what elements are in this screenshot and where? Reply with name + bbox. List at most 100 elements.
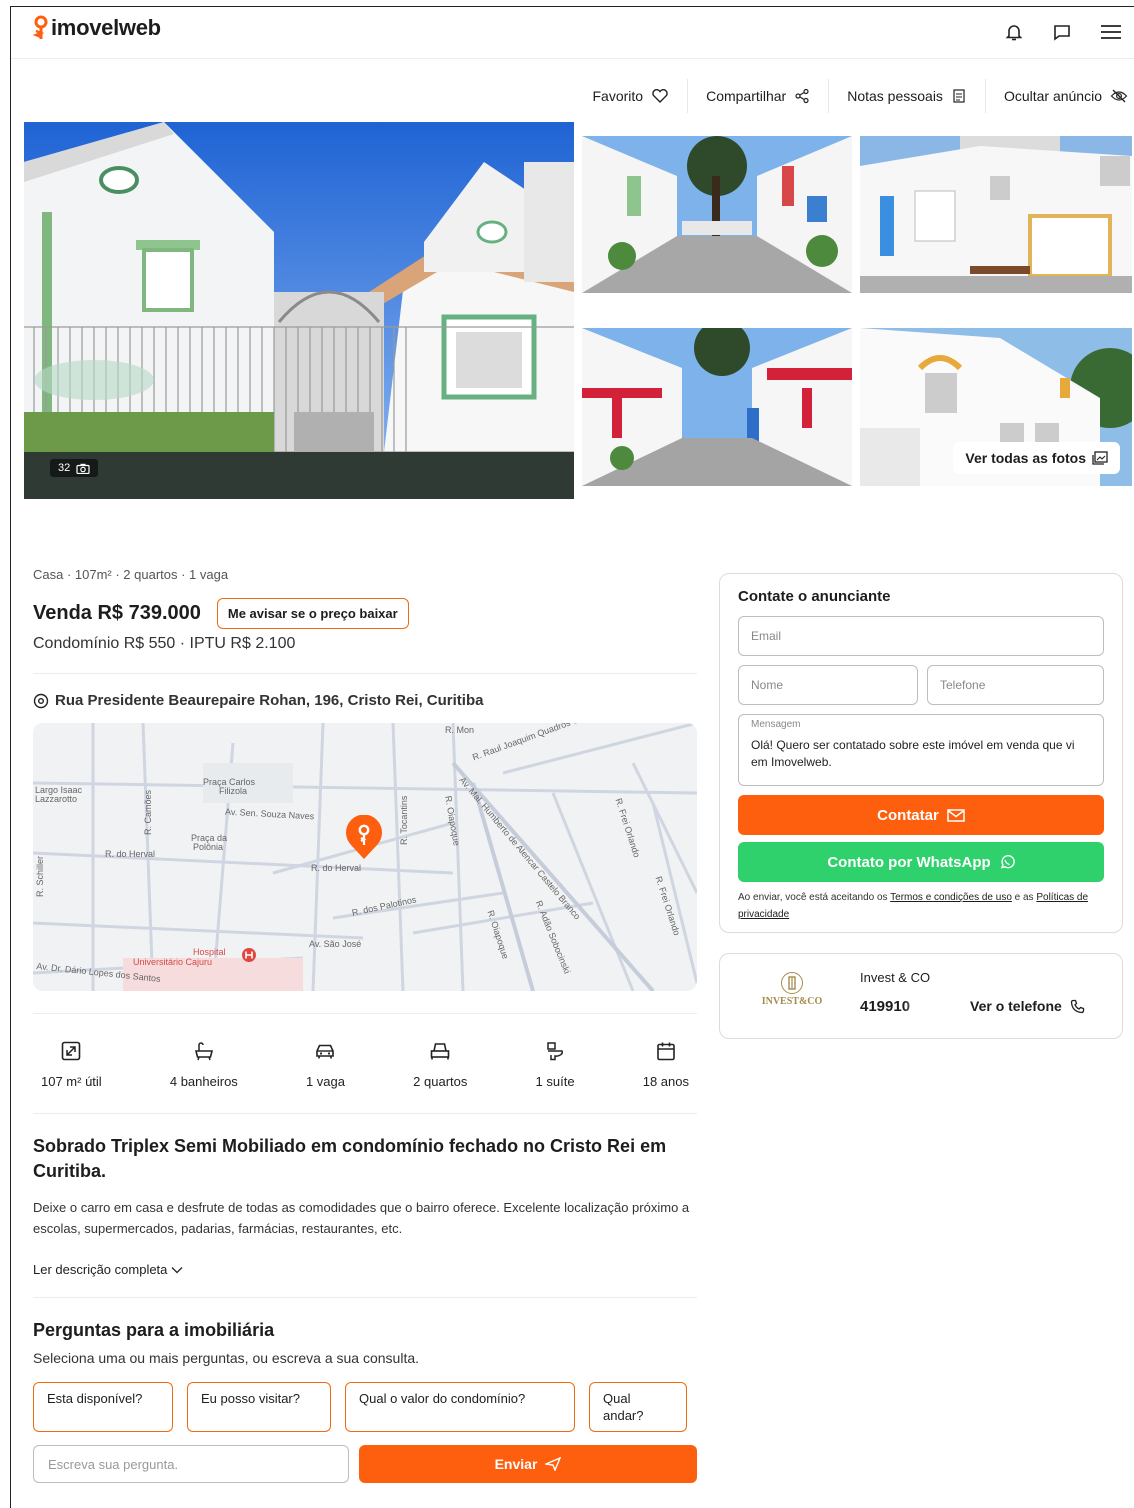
listing-actions: Favorito Compartilhar Notas pessoais Ocu… [575, 79, 1134, 113]
feature-bedrooms: 2 quartos [413, 1040, 467, 1089]
divider [33, 673, 697, 674]
feature-label: 1 vaga [305, 1074, 346, 1089]
key-logo-icon [32, 15, 49, 41]
question-input[interactable]: Escreva sua pergunta. [33, 1445, 349, 1483]
map-label: R. do Herval [311, 863, 362, 873]
agency-name: Invest & CO [860, 970, 931, 985]
message-value: Olá! Quero ser contatado sobre este imóv… [751, 738, 1075, 769]
map-label: Universitário Cajuru [133, 957, 213, 967]
map-label: Lazzarotto [35, 794, 78, 804]
feature-bathrooms: 4 banheiros [170, 1040, 238, 1089]
phone-icon [1070, 999, 1084, 1013]
fees: Condomínio R$ 550 · IPTU R$ 2.100 [33, 635, 296, 652]
bell-icon[interactable] [1003, 21, 1025, 43]
message-label: Mensagem [751, 719, 801, 730]
chat-icon[interactable] [1051, 21, 1073, 43]
header-icons [1003, 21, 1121, 43]
feature-list: 107 m² útil 4 banheiros 1 vaga 2 quartos… [33, 1040, 697, 1089]
description-text: Deixe o carro em casa e desfrute de toda… [33, 1200, 690, 1236]
hide-label: Ocultar anúncio [1003, 88, 1102, 104]
favorite-button[interactable]: Favorito [575, 79, 688, 113]
view-phone-button[interactable]: Ver o telefone [970, 998, 1085, 1014]
view-phone-label: Ver o telefone [970, 998, 1062, 1014]
gallery-photo-2[interactable] [582, 136, 852, 293]
gallery-photo-4[interactable] [582, 328, 852, 486]
brand-name: imovelweb [51, 15, 161, 40]
map-label: Filizola [219, 786, 248, 796]
photo-count: 32 [58, 462, 71, 474]
question-chips: Esta disponível? Eu posso visitar? Qual … [33, 1382, 697, 1432]
page-frame: imovelweb Favorito Compartilhar Notas pe… [10, 6, 1134, 1508]
divider [33, 1297, 697, 1298]
location-map[interactable]: R. Mon R. Raul Joaquim Quadros Gomes Lar… [33, 723, 697, 991]
bed-icon [430, 1043, 450, 1060]
map-label: R. do Herval [105, 849, 156, 859]
gallery-photo-3[interactable] [860, 136, 1132, 293]
map-label: Polônia [193, 842, 224, 852]
question-chip[interactable]: Qual o valor do condomínio? [345, 1382, 575, 1432]
feature-label: 107 m² útil [41, 1074, 102, 1089]
chevron-down-icon [171, 1266, 183, 1273]
hide-listing-button[interactable]: Ocultar anúncio [984, 79, 1134, 113]
agency-logo-text: INVEST&CO [761, 996, 823, 1007]
menu-icon[interactable] [1099, 21, 1121, 43]
contact-button[interactable]: Contatar [738, 795, 1104, 835]
gallery-photo-5[interactable]: Ver todas as fotos [860, 328, 1132, 486]
share-label: Compartilhar [706, 88, 787, 104]
map-label: R. Tocantins [399, 795, 409, 845]
contact-button-label: Contatar [877, 806, 939, 824]
questions-title: Perguntas para a imobiliária [33, 1320, 275, 1340]
feature-label: 18 anos [642, 1074, 689, 1089]
feature-suites: 1 suíte [536, 1040, 575, 1089]
top-header: imovelweb [11, 7, 1134, 59]
feature-parking: 1 vaga [306, 1040, 345, 1089]
phone-field[interactable]: Telefone [927, 665, 1104, 705]
map-label: R. Mon [445, 725, 475, 735]
share-icon [795, 88, 809, 104]
feature-age: 18 anos [643, 1040, 689, 1089]
price-alert-button[interactable]: Me avisar se o preço baixar [216, 598, 409, 629]
area-icon [62, 1041, 81, 1061]
email-field[interactable]: Email [738, 616, 1104, 656]
see-all-photos-button[interactable]: Ver todas as fotos [953, 442, 1120, 474]
property-pin-icon[interactable] [343, 815, 385, 861]
contact-title: Contate o anunciante [738, 588, 891, 605]
whatsapp-button[interactable]: Contato por WhatsApp [738, 842, 1104, 882]
read-more-label: Ler descrição completa [33, 1262, 168, 1277]
agency-card: INVEST&CO Invest & CO 419910 Ver o telef… [719, 953, 1123, 1039]
car-icon [316, 1044, 335, 1059]
read-full-description-link[interactable]: Ler descrição completa [33, 1262, 697, 1277]
share-button[interactable]: Compartilhar [687, 79, 828, 113]
contact-form: Contate o anunciante Email Nome Telefone… [719, 573, 1123, 933]
imovelweb-logo[interactable]: imovelweb [32, 15, 161, 41]
see-all-label: Ver todas as fotos [965, 450, 1086, 466]
name-field[interactable]: Nome [738, 665, 918, 705]
question-chip[interactable]: Esta disponível? [33, 1382, 173, 1432]
map-label: Hospital [193, 947, 226, 957]
send-question-button[interactable]: Enviar [359, 1445, 697, 1483]
main-photo[interactable]: 32 [24, 122, 574, 499]
sale-price: Venda R$ 739.000 [33, 602, 201, 624]
heart-icon [652, 89, 668, 103]
ask-question-row: Escreva sua pergunta. Enviar [33, 1445, 697, 1483]
message-field[interactable]: Mensagem Olá! Quero ser contatado sobre … [738, 714, 1104, 786]
location-icon [33, 693, 49, 708]
map-label: R. Camões [143, 789, 153, 835]
feature-area: 107 m² útil [41, 1040, 102, 1089]
question-chip[interactable]: Qual andar? [589, 1382, 687, 1432]
toilet-icon [547, 1042, 564, 1061]
notes-button[interactable]: Notas pessoais [828, 79, 985, 113]
legal-notice: Ao enviar, você está aceitando os Termos… [738, 889, 1104, 923]
terms-link[interactable]: Termos e condições de uso [890, 892, 1012, 903]
feature-label: 2 quartos [413, 1074, 468, 1089]
agency-logo[interactable]: INVEST&CO [752, 972, 832, 1022]
question-chip[interactable]: Eu posso visitar? [187, 1382, 331, 1432]
notes-label: Notas pessoais [847, 88, 943, 104]
listing-details: Casa · 107m² · 2 quartos · 1 vaga Venda … [33, 567, 697, 1483]
address-text: Rua Presidente Beaurepaire Rohan, 196, C… [55, 692, 484, 709]
legal-prefix: Ao enviar, você está aceitando os [738, 892, 891, 903]
feature-label: 4 banheiros [169, 1074, 238, 1089]
whatsapp-icon [1000, 855, 1015, 869]
address: Rua Presidente Beaurepaire Rohan, 196, C… [33, 692, 697, 709]
listing-summary: Casa · 107m² · 2 quartos · 1 vaga [33, 567, 229, 582]
